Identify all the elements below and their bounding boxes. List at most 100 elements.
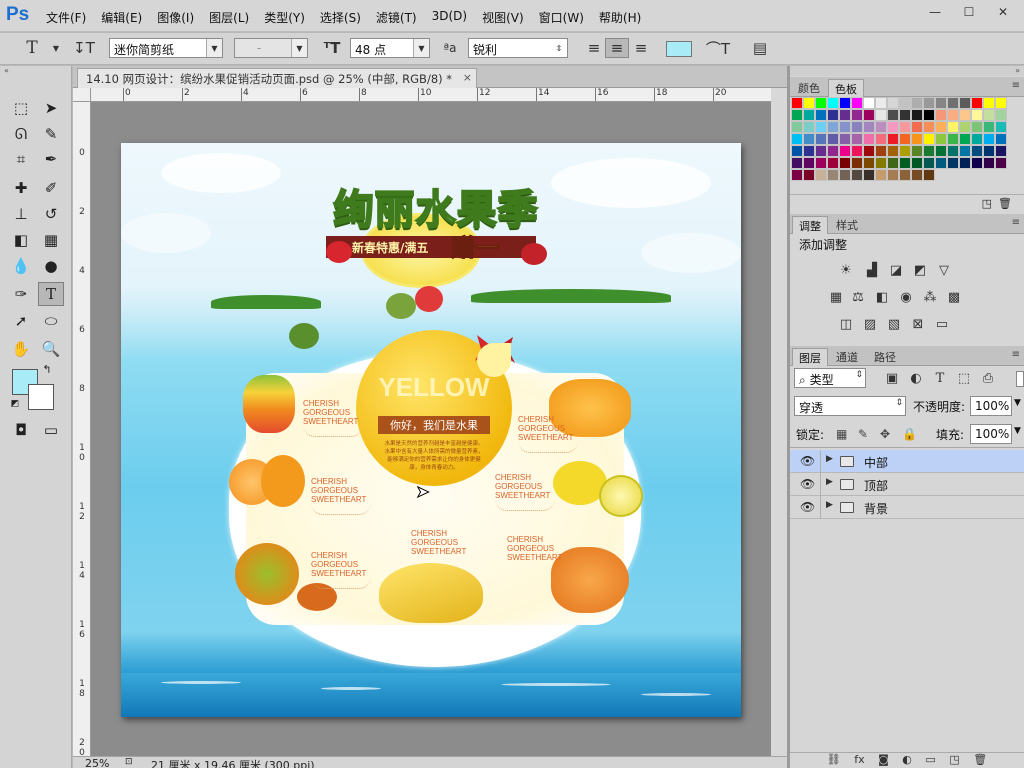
color-swatch[interactable] [995, 145, 1007, 157]
layer-row[interactable]: 👁 ▶ 背景 [790, 496, 1024, 519]
color-swatch[interactable] [923, 109, 935, 121]
color-swatch[interactable] [899, 109, 911, 121]
color-swatch[interactable] [803, 109, 815, 121]
chevron-down-icon[interactable]: ▼ [1014, 398, 1021, 408]
color-swatch[interactable] [959, 145, 971, 157]
color-swatch[interactable] [947, 121, 959, 133]
character-panel-icon[interactable]: ▤ [748, 38, 772, 58]
trash-icon[interactable]: 🗑 [973, 753, 987, 768]
color-swatch[interactable] [947, 133, 959, 145]
opacity-input[interactable]: 100% [970, 396, 1012, 416]
color-swatch[interactable] [947, 97, 959, 109]
anti-alias-select[interactable]: 锐利 ⇕ [468, 38, 568, 58]
color-swatch[interactable] [971, 121, 983, 133]
type-filter-icon[interactable]: T [930, 369, 950, 387]
layer-filter-select[interactable]: ⌕ 类型 ⇕ [794, 368, 866, 388]
menu-type[interactable]: 类型(Y) [264, 9, 305, 26]
horizontal-ruler[interactable]: 0 2 4 6 8 10 12 14 16 18 20 [91, 88, 771, 102]
tab-adjustments[interactable]: 调整 [792, 216, 828, 234]
color-swatch[interactable] [851, 145, 863, 157]
color-swatch[interactable] [827, 133, 839, 145]
color-swatch[interactable] [803, 157, 815, 169]
color-swatch[interactable] [983, 109, 995, 121]
color-swatch[interactable] [887, 109, 899, 121]
menu-view[interactable]: 视图(V) [482, 9, 524, 26]
color-swatch[interactable] [803, 97, 815, 109]
color-swatch[interactable] [923, 133, 935, 145]
color-swatch[interactable] [971, 145, 983, 157]
menu-filter[interactable]: 滤镜(T) [376, 9, 417, 26]
color-swatch[interactable] [839, 169, 851, 181]
black-white-icon[interactable]: ◧ [872, 288, 892, 306]
color-swatch[interactable] [875, 121, 887, 133]
lock-all-icon[interactable]: 🔒 [902, 427, 917, 441]
healing-brush-icon[interactable]: ✚ [8, 176, 34, 200]
blend-mode-select[interactable]: 穿透 ⇕ [794, 396, 906, 416]
color-swatch[interactable] [983, 145, 995, 157]
color-lookup-icon[interactable]: ▩ [944, 288, 964, 306]
color-swatch[interactable] [875, 109, 887, 121]
color-swatch[interactable] [815, 97, 827, 109]
quick-select-tool-icon[interactable]: ✎ [38, 122, 64, 146]
document-canvas[interactable]: 绚丽水果季 新春特惠/满五 赠一 YELLOW 你好，我们是水果 水果是天然的营… [121, 143, 741, 717]
color-swatch[interactable] [863, 97, 875, 109]
color-swatch[interactable] [875, 133, 887, 145]
color-swatch[interactable] [851, 133, 863, 145]
color-swatch[interactable] [863, 109, 875, 121]
color-swatch[interactable] [851, 97, 863, 109]
color-swatch[interactable] [863, 157, 875, 169]
type-tool-icon[interactable]: T [38, 282, 64, 306]
color-swatch[interactable] [923, 169, 935, 181]
adjustment-filter-icon[interactable]: ◐ [906, 369, 926, 387]
color-swatch[interactable] [839, 97, 851, 109]
gradient-tool-icon[interactable]: ▦ [38, 228, 64, 252]
color-swatch[interactable] [995, 157, 1007, 169]
color-swatch[interactable] [935, 97, 947, 109]
brightness-icon[interactable]: ☀ [836, 261, 856, 279]
tab-styles[interactable]: 样式 [830, 216, 864, 234]
group-icon[interactable]: ▭ [925, 753, 935, 768]
color-swatch[interactable] [875, 97, 887, 109]
color-swatch[interactable] [875, 169, 887, 181]
color-swatch[interactable] [935, 121, 947, 133]
status-menu-icon[interactable]: ⊡ [125, 757, 133, 767]
color-swatch[interactable] [875, 157, 887, 169]
new-swatch-icon[interactable]: ◳ [982, 197, 992, 210]
color-swatch[interactable] [923, 157, 935, 169]
layer-row[interactable]: 👁 ▶ 顶部 [790, 473, 1024, 496]
color-swatch[interactable] [851, 157, 863, 169]
tab-paths[interactable]: 路径 [868, 348, 902, 366]
channel-mixer-icon[interactable]: ⁂ [920, 288, 940, 306]
maximize-button[interactable]: ☐ [952, 2, 986, 22]
hand-tool-icon[interactable]: ✋ [8, 337, 34, 361]
color-swatch[interactable] [899, 97, 911, 109]
color-swatch[interactable] [839, 133, 851, 145]
font-style-select[interactable]: - ▼ [234, 38, 308, 58]
color-swatch[interactable] [923, 121, 935, 133]
color-swatch[interactable] [911, 169, 923, 181]
align-center-icon[interactable]: ≡ [605, 38, 629, 58]
eye-icon[interactable]: 👁 [800, 454, 815, 468]
zoom-tool-icon[interactable]: 🔍 [38, 337, 64, 361]
color-swatch[interactable] [899, 121, 911, 133]
lock-position-icon[interactable]: ✥ [880, 427, 890, 441]
color-swatch[interactable] [995, 109, 1007, 121]
eye-icon[interactable]: 👁 [800, 500, 815, 514]
color-swatch[interactable] [851, 109, 863, 121]
lock-transparent-icon[interactable]: ▦ [836, 427, 847, 441]
eyedropper-tool-icon[interactable]: ✒ [38, 147, 64, 171]
posterize-icon[interactable]: ▨ [860, 315, 880, 333]
text-color-swatch[interactable] [666, 41, 692, 57]
color-swatch[interactable] [887, 169, 899, 181]
collapse-arrows-icon[interactable]: » [790, 66, 1024, 76]
color-swatch[interactable] [887, 133, 899, 145]
color-swatch[interactable] [791, 133, 803, 145]
color-swatch[interactable] [899, 169, 911, 181]
chevron-down-icon[interactable]: ▼ [1014, 426, 1021, 436]
color-swatch[interactable] [983, 97, 995, 109]
align-left-icon[interactable]: ≡ [582, 38, 606, 58]
expand-arrow-icon[interactable]: ▶ [826, 454, 833, 464]
document-tab[interactable]: 14.10 网页设计：缤纷水果促销活动页面.psd @ 25% (中部, RGB… [77, 68, 477, 88]
color-swatch[interactable] [851, 121, 863, 133]
path-select-icon[interactable]: ➚ [8, 309, 34, 333]
